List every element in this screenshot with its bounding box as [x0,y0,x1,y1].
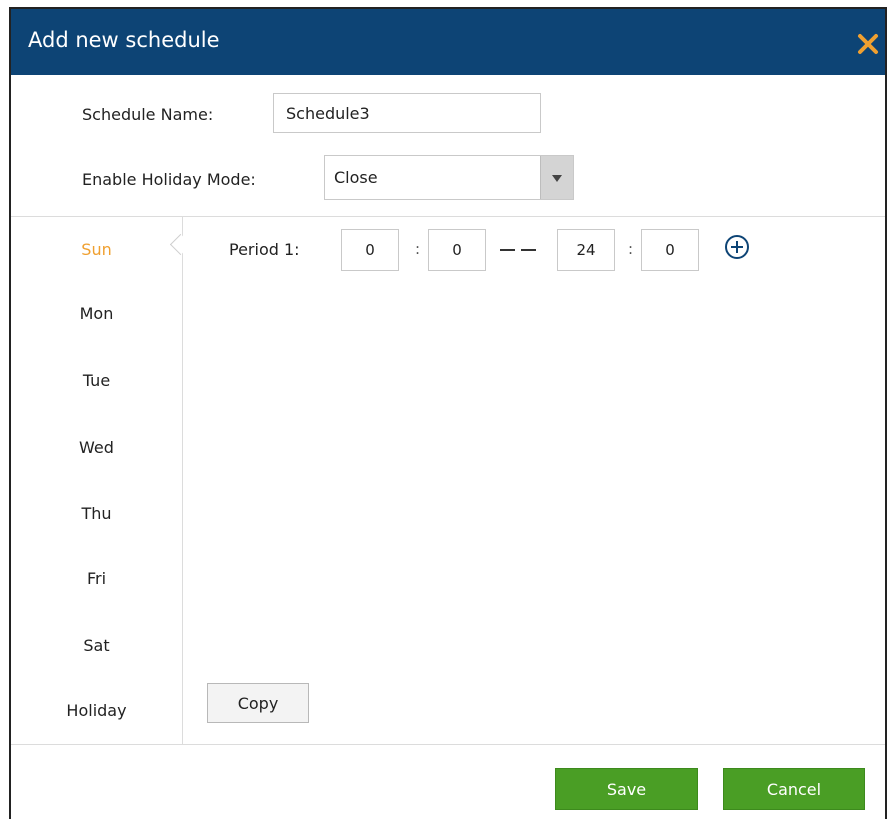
day-tab-thu[interactable]: Thu [11,504,182,523]
day-tab-tue[interactable]: Tue [11,371,182,390]
holiday-mode-select[interactable]: Close [324,155,574,200]
time-separator: : [628,240,634,258]
close-x-icon[interactable] [855,31,881,57]
holiday-mode-label: Enable Holiday Mode: [82,170,256,189]
range-dash [500,249,536,251]
cancel-button[interactable]: Cancel [723,768,865,810]
period-1-label: Period 1: [229,240,300,259]
plus-circle-icon[interactable] [724,234,750,260]
dialog-title: Add new schedule [28,28,220,52]
time-separator: : [415,240,421,258]
day-tab-mon[interactable]: Mon [11,304,182,323]
save-button[interactable]: Save [555,768,698,810]
period-start-hour[interactable] [341,229,399,271]
period-end-hour[interactable] [557,229,615,271]
day-tab-wed[interactable]: Wed [11,438,182,457]
schedule-name-label: Schedule Name: [82,105,214,124]
schedule-name-input[interactable] [273,93,541,133]
copy-button[interactable]: Copy [207,683,309,723]
day-tab-holiday[interactable]: Holiday [11,701,182,720]
day-tab-sun[interactable]: Sun [11,240,182,259]
dropdown-arrow-icon[interactable] [540,156,573,199]
schedule-dialog: Add new schedule Schedule Name: Enable H… [9,7,887,819]
day-tab-sat[interactable]: Sat [11,636,182,655]
day-tab-fri[interactable]: Fri [11,569,182,588]
divider-bottom [11,744,885,745]
period-start-minute[interactable] [428,229,486,271]
dialog-titlebar: Add new schedule [11,9,885,75]
day-tabs: Sun Mon Tue Wed Thu Fri Sat Holiday [11,217,183,744]
holiday-mode-value: Close [334,168,378,187]
period-end-minute[interactable] [641,229,699,271]
